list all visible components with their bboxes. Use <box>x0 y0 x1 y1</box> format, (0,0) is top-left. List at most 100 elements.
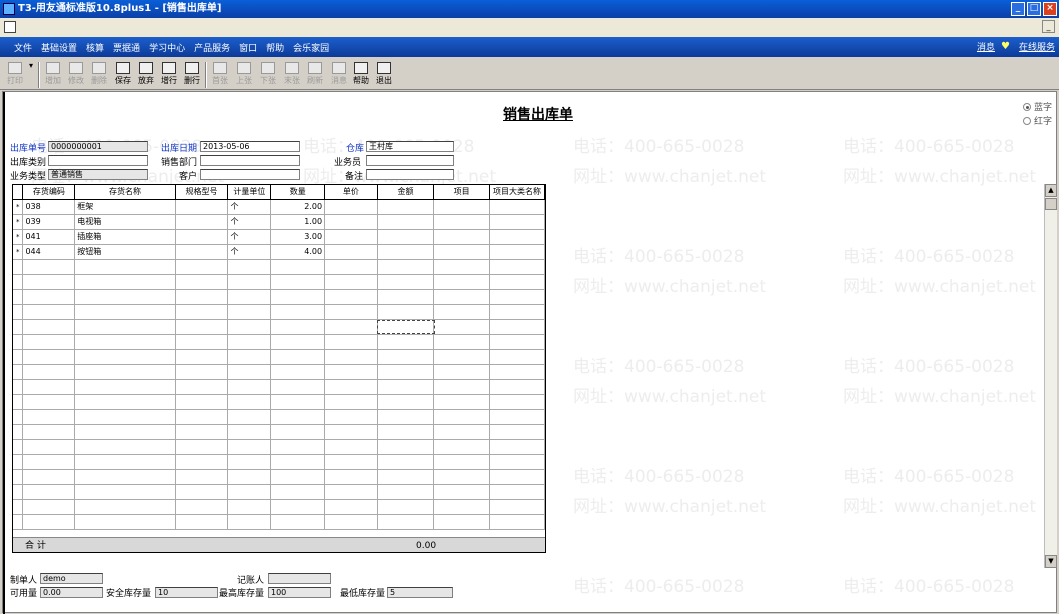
cell-spec[interactable] <box>175 364 229 380</box>
cell-qty[interactable]: 3.00 <box>270 229 326 245</box>
cell-category[interactable] <box>489 259 545 275</box>
row-marker[interactable]: * <box>13 214 24 230</box>
table-row[interactable] <box>13 304 545 320</box>
row-marker[interactable] <box>13 499 24 515</box>
cell-amount[interactable] <box>377 424 435 440</box>
cell-name[interactable] <box>74 364 176 380</box>
cell-amount[interactable] <box>377 349 435 365</box>
cell-unit[interactable] <box>227 469 272 485</box>
child-minimize-button[interactable]: _ <box>1042 20 1055 33</box>
cell-code[interactable] <box>22 394 76 410</box>
table-row[interactable] <box>13 394 545 410</box>
row-marker[interactable] <box>13 439 24 455</box>
table-row[interactable] <box>13 439 545 455</box>
cell-category[interactable] <box>489 394 545 410</box>
cell-project[interactable] <box>433 514 490 530</box>
cell-code[interactable]: 038 <box>22 199 76 215</box>
cell-name[interactable] <box>74 379 176 395</box>
selected-cell[interactable] <box>377 320 435 334</box>
cell-category[interactable] <box>489 409 545 425</box>
menu-item[interactable]: 基础设置 <box>41 41 77 54</box>
cell-category[interactable] <box>489 349 545 365</box>
cell-name[interactable] <box>74 439 176 455</box>
cell-project[interactable] <box>433 499 490 515</box>
table-row[interactable]: * 038 框架 个 2.00 <box>13 199 545 215</box>
delete-row-button[interactable]: 删行 <box>181 61 203 89</box>
column-header[interactable]: 单价 <box>324 185 378 200</box>
cell-price[interactable] <box>324 244 378 260</box>
cell-category[interactable] <box>489 244 545 260</box>
cell-amount[interactable] <box>377 454 435 470</box>
cell-spec[interactable] <box>175 214 229 230</box>
cell-unit[interactable] <box>227 379 272 395</box>
cell-category[interactable] <box>489 289 545 305</box>
discard-button[interactable]: 放弃 <box>135 61 157 89</box>
row-marker[interactable] <box>13 349 24 365</box>
cell-price[interactable] <box>324 319 378 335</box>
warehouse-field[interactable]: 王村库 <box>366 141 454 152</box>
cell-price[interactable] <box>324 349 378 365</box>
cell-qty[interactable] <box>270 289 326 305</box>
cell-project[interactable] <box>433 424 490 440</box>
refresh-button[interactable]: 刷新 <box>304 61 326 89</box>
modify-button[interactable]: 修改 <box>65 61 87 89</box>
cell-amount[interactable] <box>377 484 435 500</box>
cell-unit[interactable] <box>227 499 272 515</box>
cell-project[interactable] <box>433 439 490 455</box>
next-button[interactable]: 下张 <box>257 61 279 89</box>
cell-code[interactable] <box>22 349 76 365</box>
cell-code[interactable]: 044 <box>22 244 76 260</box>
cell-price[interactable] <box>324 454 378 470</box>
cell-project[interactable] <box>433 244 490 260</box>
cell-qty[interactable] <box>270 259 326 275</box>
cell-qty[interactable] <box>270 349 326 365</box>
cell-price[interactable] <box>324 469 378 485</box>
cell-price[interactable] <box>324 439 378 455</box>
cell-name[interactable] <box>74 304 176 320</box>
cell-spec[interactable] <box>175 514 229 530</box>
cell-category[interactable] <box>489 229 545 245</box>
cell-category[interactable] <box>489 454 545 470</box>
cell-amount[interactable] <box>377 304 435 320</box>
cell-name[interactable] <box>74 259 176 275</box>
row-marker[interactable] <box>13 469 24 485</box>
cell-unit[interactable]: 个 <box>227 244 272 260</box>
cell-spec[interactable] <box>175 334 229 350</box>
prev-button[interactable]: 上张 <box>233 61 255 89</box>
cell-qty[interactable] <box>270 304 326 320</box>
exit-button[interactable]: 退出 <box>373 61 395 89</box>
cell-name[interactable] <box>74 334 176 350</box>
cell-price[interactable] <box>324 499 378 515</box>
last-button[interactable]: 末张 <box>281 61 303 89</box>
column-header[interactable]: 存货名称 <box>74 185 176 200</box>
menu-item[interactable]: 产品服务 <box>194 41 230 54</box>
cell-code[interactable] <box>22 289 76 305</box>
cell-amount[interactable] <box>377 334 435 350</box>
row-marker[interactable] <box>13 289 24 305</box>
cell-category[interactable] <box>489 334 545 350</box>
row-marker[interactable] <box>13 424 24 440</box>
cell-qty[interactable] <box>270 409 326 425</box>
cell-amount[interactable] <box>377 469 435 485</box>
cell-amount[interactable] <box>377 289 435 305</box>
cell-name[interactable]: 插座箱 <box>74 229 176 245</box>
menu-item[interactable]: 会乐家园 <box>293 41 329 54</box>
table-row[interactable]: * 044 按钮箱 个 4.00 <box>13 244 545 260</box>
cell-category[interactable] <box>489 274 545 290</box>
menu-item[interactable]: 核算 <box>86 41 104 54</box>
cell-code[interactable] <box>22 499 76 515</box>
cell-amount[interactable] <box>377 214 435 230</box>
cell-name[interactable] <box>74 349 176 365</box>
cell-unit[interactable] <box>227 274 272 290</box>
column-header[interactable]: 数量 <box>270 185 326 200</box>
row-marker[interactable] <box>13 409 24 425</box>
cell-amount[interactable] <box>377 199 435 215</box>
table-row[interactable]: * 041 插座箱 个 3.00 <box>13 229 545 245</box>
menu-item[interactable]: 帮助 <box>266 41 284 54</box>
cell-category[interactable] <box>489 514 545 530</box>
cell-name[interactable] <box>74 514 176 530</box>
cell-spec[interactable] <box>175 424 229 440</box>
cell-qty[interactable]: 1.00 <box>270 214 326 230</box>
cell-price[interactable] <box>324 394 378 410</box>
row-marker[interactable] <box>13 364 24 380</box>
